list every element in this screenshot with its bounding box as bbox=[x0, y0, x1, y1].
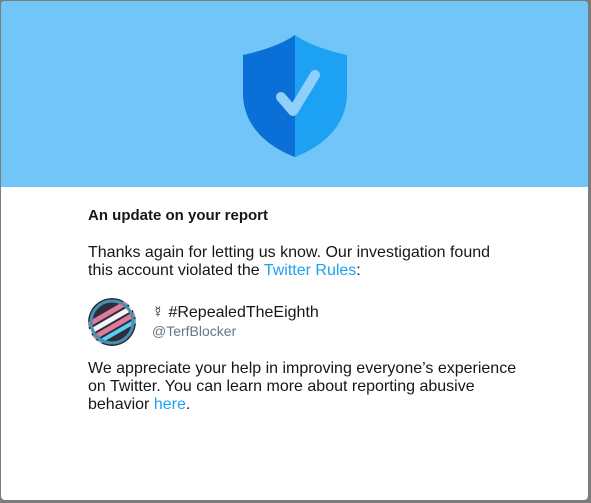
shield-check-icon bbox=[243, 35, 347, 157]
header-banner bbox=[1, 1, 588, 187]
report-intro-end: : bbox=[356, 262, 361, 279]
here-link[interactable]: here bbox=[154, 396, 186, 413]
report-content: An update on your report Thanks again fo… bbox=[88, 206, 518, 413]
twitter-rules-link[interactable]: Twitter Rules bbox=[264, 262, 356, 279]
account-handle[interactable]: @TerfBlocker bbox=[152, 323, 236, 339]
report-intro: Thanks again for letting us know. Our in… bbox=[88, 244, 518, 280]
account-display-name[interactable]: ☿ #RepealedTheEighth bbox=[152, 304, 319, 322]
report-closing-end: . bbox=[185, 396, 191, 413]
report-closing-text: We appreciate your help in improving eve… bbox=[88, 360, 517, 413]
report-heading: An update on your report bbox=[88, 207, 268, 224]
avatar[interactable] bbox=[88, 298, 136, 346]
avatar-striped-icon bbox=[88, 298, 136, 346]
reported-account[interactable]: ☿ #RepealedTheEighth @TerfBlocker bbox=[88, 298, 518, 348]
report-closing: We appreciate your help in improving eve… bbox=[88, 360, 518, 414]
report-update-dialog: An update on your report Thanks again fo… bbox=[1, 1, 588, 500]
